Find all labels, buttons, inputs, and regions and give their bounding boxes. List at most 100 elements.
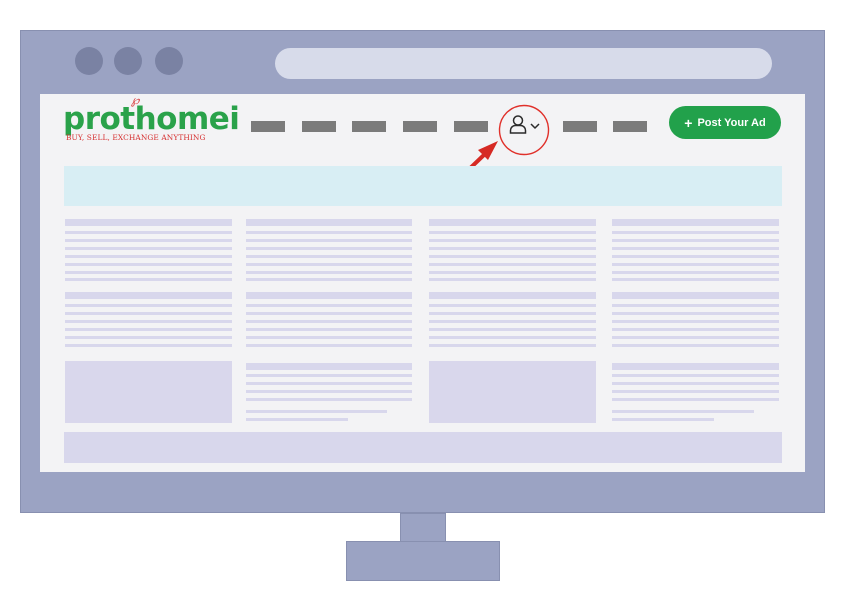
footer-placeholder	[64, 432, 782, 463]
window-control-dot[interactable]	[155, 47, 183, 75]
post-ad-label: Post Your Ad	[697, 116, 766, 129]
card-title-placeholder[interactable]	[612, 363, 779, 370]
card-text-line	[65, 239, 232, 242]
card-text-line	[246, 374, 412, 377]
card-text-line	[246, 390, 412, 393]
card-title-placeholder[interactable]	[612, 219, 779, 226]
nav-item[interactable]	[403, 121, 437, 132]
card-text-line	[65, 312, 232, 315]
card-text-line	[429, 239, 596, 242]
card-text-line	[246, 336, 412, 339]
account-menu-button[interactable]	[498, 104, 550, 156]
card-text-line	[65, 328, 232, 331]
card-text-line	[65, 271, 232, 274]
card-text-line	[65, 336, 232, 339]
card-text-line	[429, 320, 596, 323]
highlight-circle	[498, 104, 550, 156]
card-text-line	[612, 382, 779, 385]
card-text-line	[612, 418, 714, 421]
card-text-line	[246, 312, 412, 315]
card-text-line	[429, 278, 596, 281]
card-text-line	[246, 382, 412, 385]
card-text-line	[429, 255, 596, 258]
card-title-placeholder[interactable]	[429, 219, 596, 226]
card-text-line	[246, 328, 412, 331]
chevron-down-icon	[530, 123, 540, 130]
plus-icon: +	[684, 114, 693, 131]
nav-item[interactable]	[352, 121, 386, 132]
nav-item[interactable]	[454, 121, 488, 132]
card-text-line	[246, 255, 412, 258]
card-text-line	[429, 328, 596, 331]
monitor-stand-neck	[400, 513, 446, 542]
card-text-line	[65, 263, 232, 266]
card-text-line	[246, 410, 387, 413]
card-text-line	[612, 271, 779, 274]
address-bar[interactable]	[275, 48, 772, 79]
card-text-line	[612, 304, 779, 307]
card-text-line	[612, 390, 779, 393]
window-control-dot[interactable]	[114, 47, 142, 75]
post-ad-button[interactable]: + Post Your Ad	[669, 106, 781, 139]
nav-item[interactable]	[251, 121, 285, 132]
image-placeholder[interactable]	[65, 361, 232, 423]
card-text-line	[612, 231, 779, 234]
card-text-line	[429, 231, 596, 234]
card-text-line	[429, 271, 596, 274]
image-placeholder[interactable]	[429, 361, 596, 423]
card-title-placeholder[interactable]	[65, 219, 232, 226]
card-text-line	[246, 263, 412, 266]
card-text-line	[65, 320, 232, 323]
card-text-line	[612, 410, 754, 413]
card-text-line	[612, 263, 779, 266]
logo-tagline: BUY, SELL, EXCHANGE ANYTHING	[66, 133, 206, 142]
logo[interactable]: prothomei	[63, 104, 240, 135]
card-title-placeholder[interactable]	[612, 292, 779, 299]
card-text-line	[429, 312, 596, 315]
nav-item[interactable]	[563, 121, 597, 132]
nav-item[interactable]	[613, 121, 647, 132]
card-text-line	[612, 278, 779, 281]
card-text-line	[246, 247, 412, 250]
card-text-line	[246, 231, 412, 234]
card-text-line	[612, 336, 779, 339]
card-text-line	[612, 239, 779, 242]
card-title-placeholder[interactable]	[429, 292, 596, 299]
user-icon	[509, 115, 527, 134]
card-text-line	[246, 320, 412, 323]
card-text-line	[246, 239, 412, 242]
card-text-line	[429, 247, 596, 250]
card-text-line	[429, 304, 596, 307]
card-text-line	[65, 231, 232, 234]
card-text-line	[429, 263, 596, 266]
card-text-line	[246, 418, 348, 421]
monitor-stand-base	[346, 541, 500, 581]
card-text-line	[65, 278, 232, 281]
card-text-line	[612, 328, 779, 331]
card-title-placeholder[interactable]	[246, 219, 412, 226]
card-text-line	[246, 398, 412, 401]
card-text-line	[612, 344, 779, 347]
card-text-line	[612, 398, 779, 401]
card-text-line	[429, 336, 596, 339]
card-text-line	[65, 255, 232, 258]
card-text-line	[612, 312, 779, 315]
nav-item[interactable]	[302, 121, 336, 132]
card-text-line	[65, 304, 232, 307]
window-control-dot[interactable]	[75, 47, 103, 75]
card-title-placeholder[interactable]	[246, 292, 412, 299]
card-text-line	[429, 344, 596, 347]
card-text-line	[612, 374, 779, 377]
card-text-line	[612, 247, 779, 250]
card-text-line	[246, 271, 412, 274]
hero-banner[interactable]	[64, 166, 782, 206]
card-text-line	[246, 278, 412, 281]
card-title-placeholder[interactable]	[65, 292, 232, 299]
card-text-line	[612, 255, 779, 258]
card-text-line	[65, 247, 232, 250]
card-text-line	[246, 304, 412, 307]
card-text-line	[65, 344, 232, 347]
card-text-line	[246, 344, 412, 347]
card-text-line	[612, 320, 779, 323]
card-title-placeholder[interactable]	[246, 363, 412, 370]
